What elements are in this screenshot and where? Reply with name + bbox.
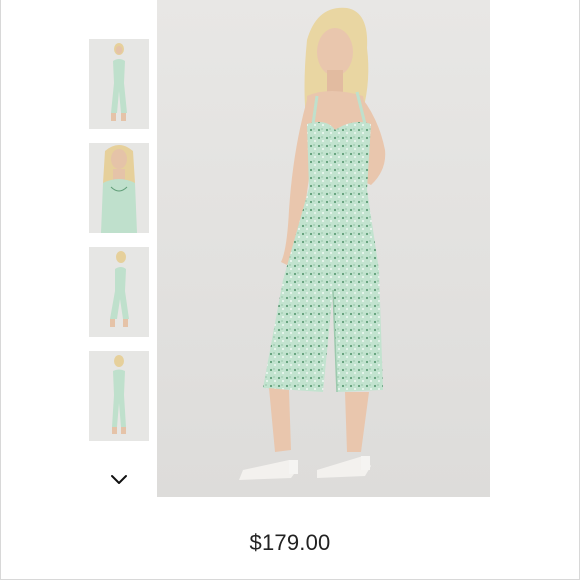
thumbnail-image [89, 143, 149, 233]
thumbnail-image [89, 351, 149, 441]
left-border [0, 0, 1, 580]
thumbnail-image [89, 39, 149, 129]
model-photo [157, 0, 490, 497]
thumbnail-image [89, 247, 149, 337]
thumbnail-closeup[interactable] [89, 143, 149, 233]
price-label: $179.00 [249, 530, 331, 555]
thumbnail-side[interactable] [89, 247, 149, 337]
thumbnail-back[interactable] [89, 351, 149, 441]
main-product-image[interactable] [157, 0, 490, 497]
chevron-down-icon[interactable] [108, 468, 130, 490]
thumbnail-full-front[interactable] [89, 39, 149, 129]
